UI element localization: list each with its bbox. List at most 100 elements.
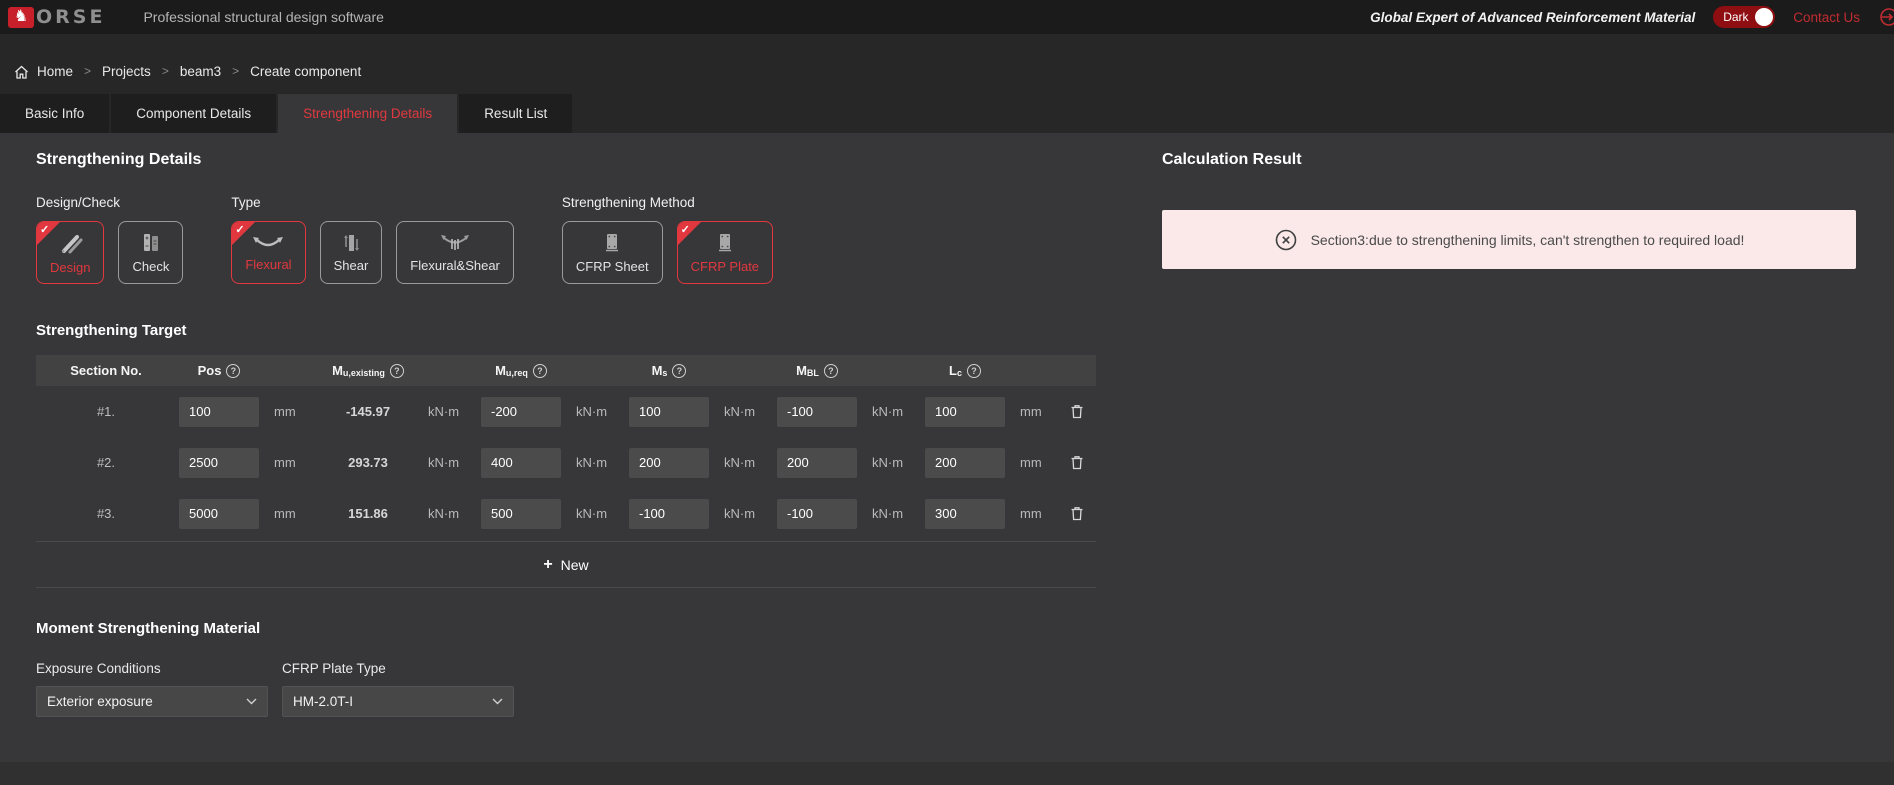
breadcrumb-home[interactable]: Home — [37, 64, 73, 79]
lc-input[interactable] — [925, 397, 1005, 427]
tab-result-list[interactable]: Result List — [459, 94, 572, 133]
col-mu-req: Mu,req? — [478, 363, 564, 378]
error-icon — [1274, 228, 1298, 252]
group-design-check: Design/Check ✓ Design — [36, 195, 183, 284]
mu-req-input[interactable] — [481, 448, 561, 478]
unit-label: mm — [1008, 506, 1056, 521]
check-option-card[interactable]: Check — [118, 221, 183, 284]
unit-label: kN·m — [860, 455, 922, 470]
home-icon[interactable] — [14, 65, 29, 80]
unit-label: mm — [1008, 455, 1056, 470]
tab-strengthening-details[interactable]: Strengthening Details — [278, 94, 457, 133]
design-option-card[interactable]: ✓ Design — [36, 221, 104, 284]
cfrp-plate-label: CFRP Plate — [691, 259, 759, 274]
error-message-box: Section3:due to strengthening limits, ca… — [1162, 210, 1856, 269]
delete-row-button[interactable] — [1065, 501, 1089, 526]
exposure-conditions-label: Exposure Conditions — [36, 661, 268, 676]
theme-toggle[interactable]: Dark — [1713, 6, 1775, 28]
app-logo[interactable]: ♞ ORSE — [8, 6, 105, 28]
unit-label: mm — [1008, 404, 1056, 419]
mu-req-input[interactable] — [481, 397, 561, 427]
ms-input[interactable] — [629, 448, 709, 478]
mbl-input[interactable] — [777, 499, 857, 529]
logout-icon[interactable] — [1878, 6, 1894, 28]
flexural-icon — [251, 234, 285, 252]
cfrp-plate-type-select[interactable]: HM-2.0T-I — [282, 686, 514, 717]
flexural-shear-icon — [437, 233, 473, 253]
top-bar: ♞ ORSE Professional structural design so… — [0, 0, 1894, 34]
help-icon[interactable]: ? — [967, 364, 981, 378]
help-icon[interactable]: ? — [672, 364, 686, 378]
pos-input[interactable] — [179, 397, 259, 427]
unit-label: mm — [262, 455, 320, 470]
mu-existing-value: 293.73 — [320, 455, 416, 470]
check-mark-icon: ✓ — [235, 223, 244, 236]
new-label: New — [561, 557, 589, 573]
tab-bar: Basic Info Component Details Strengtheni… — [0, 94, 1894, 133]
col-section-no: Section No. — [36, 363, 176, 378]
shear-option-card[interactable]: Shear — [320, 221, 383, 284]
pos-input[interactable] — [179, 499, 259, 529]
trash-icon — [1069, 505, 1085, 522]
breadcrumb-projects[interactable]: Projects — [102, 64, 151, 79]
breadcrumb-separator: > — [84, 64, 91, 78]
breadcrumb-create-component[interactable]: Create component — [250, 64, 361, 79]
delete-row-button[interactable] — [1065, 399, 1089, 424]
chevron-down-icon — [492, 698, 503, 705]
unit-label: kN·m — [564, 506, 626, 521]
table-row: #2. mm 293.73 kN·m kN·m kN·m kN·m mm — [36, 437, 1096, 488]
help-icon[interactable]: ? — [533, 364, 547, 378]
breadcrumb-beam3[interactable]: beam3 — [180, 64, 221, 79]
tab-component-details[interactable]: Component Details — [111, 94, 276, 133]
contact-us-link[interactable]: Contact Us — [1793, 10, 1860, 25]
exposure-conditions-value: Exterior exposure — [47, 694, 153, 709]
theme-toggle-knob — [1755, 8, 1773, 26]
page-title: Strengthening Details — [36, 151, 1096, 169]
mu-req-input[interactable] — [481, 499, 561, 529]
check-mark-icon: ✓ — [40, 223, 49, 236]
delete-row-button[interactable] — [1065, 450, 1089, 475]
ms-input[interactable] — [629, 499, 709, 529]
table-row: #3. mm 151.86 kN·m kN·m kN·m kN·m mm — [36, 488, 1096, 539]
unit-label: kN·m — [416, 455, 478, 470]
unit-label: kN·m — [712, 455, 774, 470]
unit-label: mm — [262, 506, 320, 521]
flexural-label: Flexural — [245, 257, 291, 272]
main-panel: Strengthening Details Design/Check ✓ Des… — [0, 133, 1894, 762]
table-row: #1. mm -145.97 kN·m kN·m kN·m kN·m mm — [36, 386, 1096, 437]
lc-input[interactable] — [925, 448, 1005, 478]
lc-input[interactable] — [925, 499, 1005, 529]
mbl-input[interactable] — [777, 397, 857, 427]
unit-label: kN·m — [564, 455, 626, 470]
unit-label: mm — [262, 404, 320, 419]
section-label: #2. — [36, 455, 176, 470]
breadcrumb-separator: > — [162, 64, 169, 78]
check-label: Check — [132, 259, 169, 274]
cfrp-sheet-icon — [601, 232, 623, 254]
tab-basic-info[interactable]: Basic Info — [0, 94, 109, 133]
ms-input[interactable] — [629, 397, 709, 427]
cfrp-plate-option-card[interactable]: ✓ CFRP Plate — [677, 221, 773, 284]
group-label: Type — [231, 195, 514, 210]
mbl-input[interactable] — [777, 448, 857, 478]
check-mark-icon: ✓ — [681, 223, 690, 236]
exposure-conditions-select[interactable]: Exterior exposure — [36, 686, 268, 717]
group-method: Strengthening Method CFRP Sheet ✓ — [562, 195, 773, 284]
help-icon[interactable]: ? — [824, 364, 838, 378]
material-title: Moment Strengthening Material — [36, 620, 1096, 637]
unit-label: kN·m — [416, 506, 478, 521]
unit-label: kN·m — [564, 404, 626, 419]
cfrp-plate-icon — [714, 232, 736, 254]
error-message-text: Section3:due to strengthening limits, ca… — [1311, 232, 1745, 248]
pos-input[interactable] — [179, 448, 259, 478]
flexural-option-card[interactable]: ✓ Flexural — [231, 221, 305, 284]
help-icon[interactable]: ? — [226, 364, 240, 378]
add-new-row-button[interactable]: + New — [36, 541, 1096, 588]
cfrp-sheet-option-card[interactable]: CFRP Sheet — [562, 221, 663, 284]
shear-label: Shear — [334, 258, 369, 273]
target-title: Strengthening Target — [36, 322, 1096, 339]
breadcrumb-separator: > — [232, 64, 239, 78]
help-icon[interactable]: ? — [390, 364, 404, 378]
flexural-shear-option-card[interactable]: Flexural&Shear — [396, 221, 514, 284]
breadcrumb: Home > Projects > beam3 > Create compone… — [0, 34, 1894, 94]
